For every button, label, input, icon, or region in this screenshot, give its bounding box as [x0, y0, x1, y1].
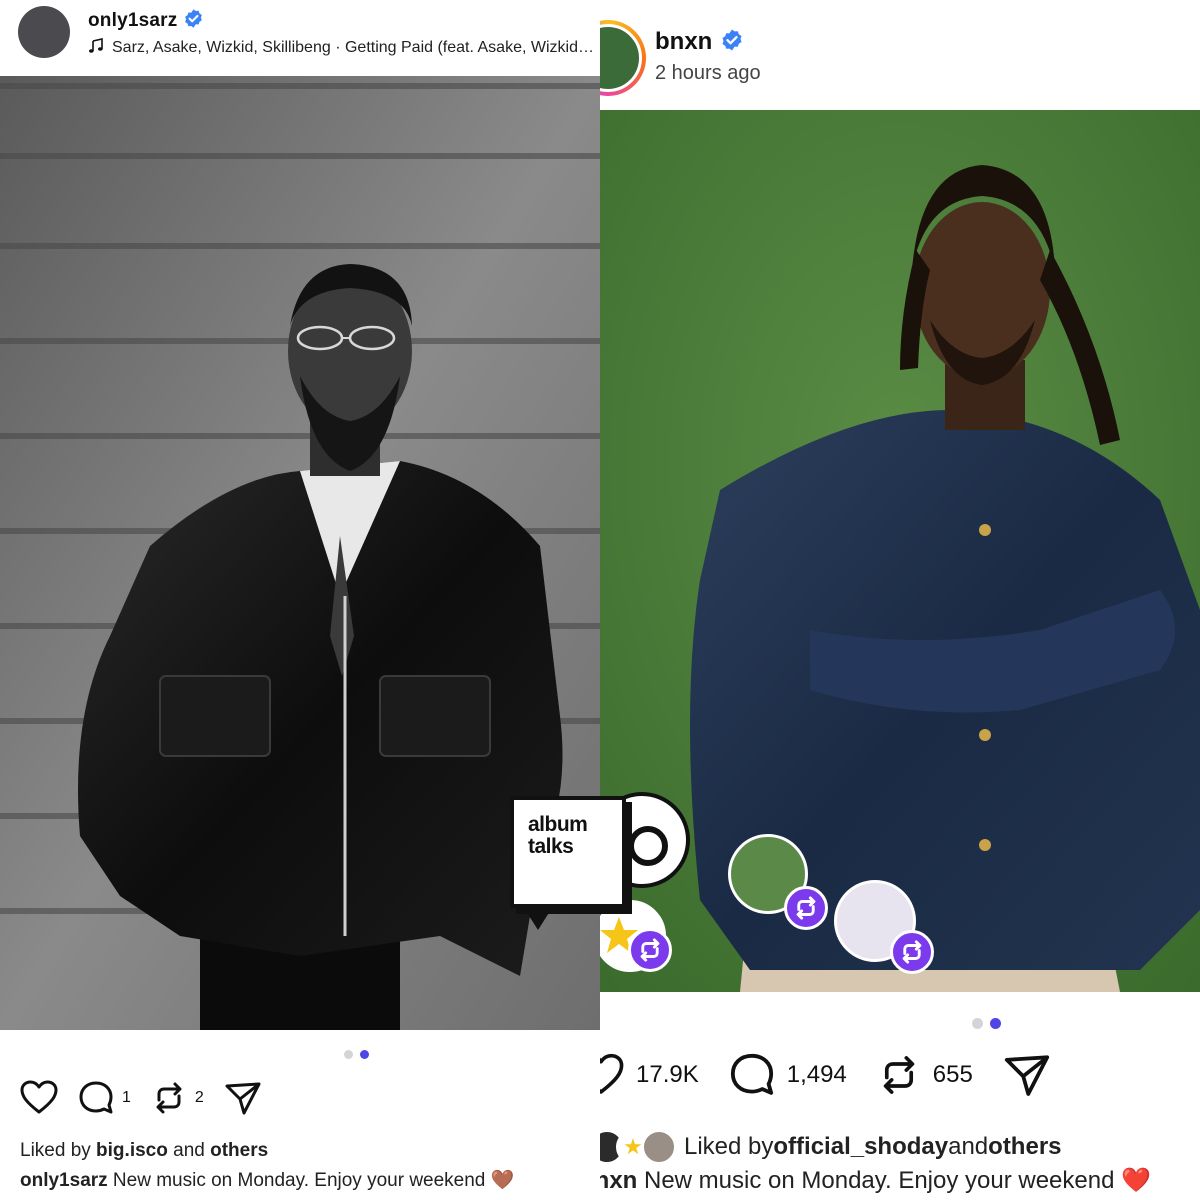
username-text[interactable]: bnxn [655, 28, 712, 55]
right-post: bnxn 2 hours ago 17.9K 1,494 655 ★ Liked… [600, 0, 1200, 1200]
caption-username[interactable]: bnxn [600, 1167, 637, 1194]
post-timestamp: 2 hours ago [655, 62, 761, 84]
left-post: only1sarz Sarz, Asake, Wizkid, Skilliben… [0, 0, 600, 1200]
album-talks-logo: album talks [506, 792, 692, 944]
music-track-text: Sarz, Asake, Wizkid, Skillibeng · Gettin… [112, 39, 598, 56]
repost-arrows-icon [902, 940, 922, 964]
comment-button[interactable]: 1,494 [729, 1052, 847, 1098]
logo-line-2: talks [528, 835, 574, 858]
avatar[interactable] [18, 6, 70, 58]
left-post-header: only1sarz Sarz, Asake, Wizkid, Skilliben… [0, 0, 600, 76]
repost-arrows-icon [883, 1056, 915, 1094]
liked-others-link[interactable]: others [210, 1140, 268, 1161]
music-note-icon [89, 38, 103, 53]
heart-icon [20, 1080, 58, 1114]
comment-bubble-icon [730, 1053, 773, 1095]
liked-prefix: Liked by [20, 1140, 97, 1161]
post-caption: bnxn New music on Monday. Enjoy your wee… [600, 1166, 1151, 1195]
comment-count: 1 [122, 1089, 131, 1106]
verified-badge-icon [185, 9, 203, 28]
repost-badge [784, 886, 828, 930]
repost-count: 2 [194, 1089, 204, 1106]
carousel-indicator[interactable] [972, 1018, 1001, 1029]
repost-count: 655 [932, 1061, 973, 1088]
share-button[interactable] [224, 1080, 262, 1116]
paper-plane-icon [1004, 1055, 1049, 1096]
caption-username[interactable]: only1sarz [20, 1170, 108, 1191]
liked-others-link[interactable]: others [988, 1133, 1061, 1161]
share-button[interactable] [1003, 1052, 1051, 1098]
paper-plane-icon [225, 1082, 261, 1115]
comment-count: 1,494 [786, 1061, 847, 1088]
heart-icon [600, 1053, 624, 1094]
carousel-indicator[interactable] [344, 1050, 369, 1059]
carousel-dot-active[interactable] [990, 1018, 1001, 1029]
like-button[interactable] [20, 1080, 58, 1116]
repost-arrows-icon [156, 1082, 182, 1114]
logo-card: album talks [510, 796, 626, 908]
repost-badge [890, 930, 934, 974]
liked-by-text: Liked by big.isco and others [20, 1140, 268, 1162]
like-button[interactable]: 17.9K [600, 1053, 699, 1097]
liked-prefix: Liked by [684, 1133, 774, 1160]
liked-user-link[interactable]: official_shoday [773, 1133, 948, 1161]
caption-text: New music on Monday. Enjoy your weekend … [637, 1167, 1151, 1194]
post-username[interactable]: only1sarz [88, 8, 204, 32]
repost-button[interactable]: 2 [151, 1080, 204, 1116]
liked-and: and [167, 1140, 211, 1161]
carousel-dot[interactable] [344, 1050, 353, 1059]
repost-button[interactable]: 655 [877, 1053, 973, 1097]
logo-line-1: album [528, 813, 588, 836]
speech-tail [524, 908, 552, 930]
post-username[interactable]: bnxn [655, 28, 744, 56]
logo-text: album talks [528, 813, 588, 858]
post-actions: 17.9K 1,494 655 [600, 1052, 1081, 1098]
comment-bubble-icon [79, 1081, 113, 1114]
comment-button[interactable]: 1 [78, 1080, 131, 1116]
avatar[interactable] [600, 24, 642, 92]
verified-badge-icon [722, 29, 742, 51]
liked-avatar[interactable] [642, 1130, 676, 1164]
music-info[interactable]: Sarz, Asake, Wizkid, Skillibeng · Gettin… [88, 38, 598, 57]
liked-and: and [948, 1133, 989, 1160]
carousel-dot[interactable] [972, 1018, 983, 1029]
post-actions: 1 2 [20, 1080, 282, 1116]
like-count: 17.9K [636, 1061, 699, 1088]
carousel-dot-active[interactable] [360, 1050, 369, 1059]
caption-text: New music on Monday. Enjoy your weekend … [107, 1170, 515, 1191]
avatar-story-ring[interactable] [600, 20, 646, 96]
username-text[interactable]: only1sarz [88, 10, 177, 31]
repost-arrows-icon [796, 896, 816, 920]
liked-by-text: ★ Liked by official_shoday and others [600, 1130, 1062, 1164]
post-caption: only1sarz New music on Monday. Enjoy you… [20, 1168, 514, 1192]
liked-user-link[interactable]: big.isco [96, 1140, 168, 1161]
